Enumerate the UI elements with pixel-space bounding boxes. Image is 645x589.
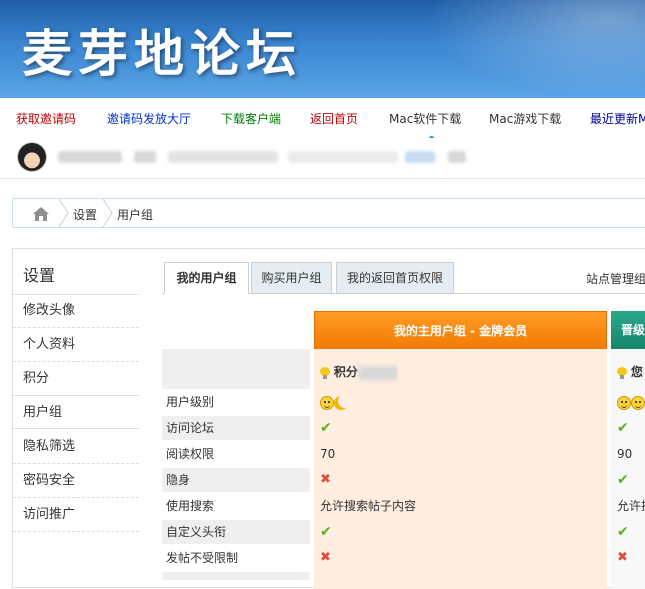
- breadcrumb-settings[interactable]: 设置: [73, 206, 97, 223]
- moon-icon: [334, 396, 348, 410]
- forum-banner[interactable]: 麦芽地论坛: [0, 0, 645, 98]
- row-label-use-search: 使用搜索: [166, 499, 215, 513]
- breadcrumb-separator-icon: [102, 199, 113, 227]
- redacted-info: [405, 151, 435, 163]
- credits-label: 积分: [333, 365, 358, 379]
- main-read-permission: 70: [320, 447, 336, 461]
- nav-mac-software[interactable]: Mac软件下载: [389, 110, 461, 127]
- nav-download-client[interactable]: 下载客户端: [221, 110, 281, 127]
- row-label-visit-forum: 访问论坛: [162, 416, 310, 440]
- main-user-level: [320, 390, 348, 414]
- next-post-unlimited-cross-icon: ✖: [617, 550, 628, 565]
- main-use-search: 允许搜索帖子内容: [320, 499, 417, 513]
- row-label-user-level: 用户级别: [166, 395, 215, 409]
- tab-site-admin-group[interactable]: 站点管理组: [586, 270, 645, 287]
- next-group-header: 晋级: [611, 311, 645, 349]
- forum-logo-title[interactable]: 麦芽地论坛: [22, 14, 302, 86]
- main-invisible-cross-icon: ✖: [320, 472, 331, 487]
- credit-row-label: [162, 349, 310, 389]
- top-nav: 获取邀请码 邀请码发放大厅 下载客户端 返回首页 Mac软件下载 Mac游戏下载…: [0, 98, 645, 141]
- next-group-credits: 您: [617, 360, 645, 384]
- redacted-info: [168, 151, 278, 163]
- sidebar-item-promotion[interactable]: 访问推广: [13, 498, 139, 532]
- next-visit-forum-check-icon: ✔: [617, 420, 629, 436]
- next-use-search: 允许搜: [617, 499, 645, 513]
- lightbulb-icon: [617, 366, 627, 379]
- sidebar-item-profile[interactable]: 个人资料: [13, 328, 139, 362]
- sidebar-item-avatar[interactable]: 修改头像: [13, 294, 139, 328]
- row-label-invisible: 隐身: [162, 468, 310, 492]
- nav-mac-games[interactable]: Mac游戏下载: [489, 110, 561, 127]
- credits-label: 您: [630, 365, 643, 379]
- redacted-username: [58, 151, 122, 163]
- smiley-icon: [617, 395, 631, 410]
- nav-recent-updates[interactable]: 最近更新M: [590, 110, 645, 127]
- main-custom-title-check-icon: ✔: [320, 524, 332, 540]
- sidebar-title: 设置: [23, 266, 56, 285]
- sidebar-item-privacy[interactable]: 隐私筛选: [13, 430, 139, 464]
- home-icon[interactable]: [32, 206, 50, 222]
- redacted-info: [288, 151, 398, 163]
- main-group-header: 我的主用户组 - 金牌会员: [314, 311, 607, 349]
- sidebar-item-password[interactable]: 密码安全: [13, 464, 139, 498]
- next-custom-title-check-icon: ✔: [617, 524, 629, 540]
- header-divider: [0, 178, 645, 179]
- row-label-custom-title: 自定义头衔: [162, 520, 310, 544]
- redacted-info: [448, 151, 466, 163]
- tab-buy-usergroup[interactable]: 购买用户组: [251, 262, 332, 294]
- main-group-column: [314, 349, 607, 589]
- breadcrumb-usergroup: 用户组: [117, 208, 154, 222]
- next-read-permission: 90: [617, 447, 633, 461]
- nav-invite-code-hall[interactable]: 邀请码发放大厅: [107, 110, 191, 127]
- smiley-icon: [631, 395, 645, 410]
- redacted-info: [134, 151, 156, 163]
- nav-back-home[interactable]: 返回首页: [310, 110, 358, 127]
- sidebar-item-usergroup[interactable]: 用户组: [13, 395, 139, 429]
- main-visit-forum-check-icon: ✔: [320, 420, 332, 436]
- breadcrumb: 设置 用户组: [12, 198, 645, 228]
- lightbulb-icon: [320, 366, 330, 379]
- tab-home-permissions[interactable]: 我的返回首页权限: [336, 262, 454, 294]
- tab-my-usergroup[interactable]: 我的用户组: [164, 262, 249, 294]
- next-invisible-check-icon: ✔: [617, 472, 629, 488]
- redacted-credits: [357, 365, 398, 380]
- avatar[interactable]: [17, 142, 47, 172]
- row-label-read-permission: 阅读权限: [166, 447, 215, 461]
- smiley-icon: [320, 395, 334, 410]
- breadcrumb-separator-icon: [58, 199, 69, 227]
- main-post-unlimited-cross-icon: ✖: [320, 550, 331, 565]
- row-label-post-unlimited: 发帖不受限制: [166, 551, 239, 565]
- nav-get-invite-code[interactable]: 获取邀请码: [16, 110, 76, 127]
- main-group-credits: 积分: [320, 360, 398, 384]
- next-user-level: [617, 390, 645, 414]
- sidebar-item-credits[interactable]: 积分: [13, 362, 139, 396]
